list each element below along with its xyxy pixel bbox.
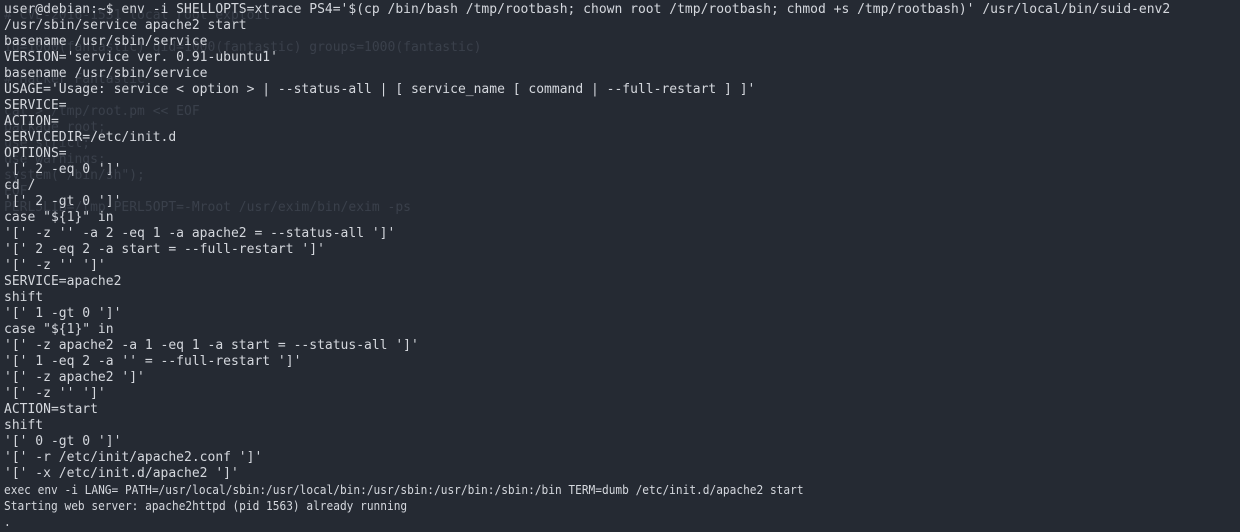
trace-line: '[' -x /etc/init.d/apache2 ']' — [4, 466, 239, 481]
trace-line: '[' 2 -eq 0 ']' — [4, 162, 122, 177]
trace-line: '[' -z '' ']' — [4, 258, 106, 273]
trace-line: basename /usr/sbin/service — [4, 66, 208, 81]
trace-line: ACTION= — [4, 114, 59, 129]
trace-line: '[' -r /etc/init/apache2.conf ']' — [4, 450, 263, 465]
trace-line: SERVICE= — [4, 98, 67, 113]
trace-line: '[' -z '' -a 2 -eq 1 -a apache2 = --stat… — [4, 226, 396, 241]
trace-line: '[' 1 -gt 0 ']' — [4, 306, 122, 321]
trace-line: case "${1}" in — [4, 210, 114, 225]
output-line: . — [4, 515, 11, 529]
trace-line: shift — [4, 418, 44, 433]
trace-line: VERSION='service ver. 0.91-ubuntu1' — [4, 50, 278, 65]
trace-line: SERVICEDIR=/etc/init.d — [4, 130, 177, 145]
trace-line: case "${1}" in — [4, 322, 114, 337]
prompt-command-line: user@debian:~$ env -i SHELLOPTS=xtrace P… — [4, 2, 1171, 17]
trace-line: '[' -z apache2 -a 1 -eq 1 -a start = --s… — [4, 338, 419, 353]
trace-line: ACTION=start — [4, 402, 98, 417]
terminal-output: user@debian:~$ env -i SHELLOPTS=xtrace P… — [0, 0, 1240, 532]
output-line: Starting web server: apache2httpd (pid 1… — [4, 499, 408, 513]
terminal-window[interactable]: # CVE-2016-1531 local root exploit id=100… — [0, 0, 1240, 532]
trace-line: /usr/sbin/service apache2 start — [4, 18, 247, 33]
trace-line: '[' 0 -gt 0 ']' — [4, 434, 122, 449]
trace-line: SERVICE=apache2 — [4, 274, 122, 289]
trace-line: shift — [4, 290, 44, 305]
trace-line: '[' 2 -gt 0 ']' — [4, 194, 122, 209]
trace-line: '[' -z apache2 ']' — [4, 370, 145, 385]
trace-line: cd / — [4, 178, 36, 193]
trace-line: '[' 1 -eq 2 -a '' = --full-restart ']' — [4, 354, 302, 369]
trace-line: '[' -z '' ']' — [4, 386, 106, 401]
trace-line: '[' 2 -eq 2 -a start = --full-restart ']… — [4, 242, 325, 257]
output-line: exec env -i LANG= PATH=/usr/local/sbin:/… — [4, 483, 804, 497]
trace-line: USAGE='Usage: service < option > | --sta… — [4, 82, 756, 97]
trace-line: basename /usr/sbin/service — [4, 34, 208, 49]
trace-line: OPTIONS= — [4, 146, 67, 161]
